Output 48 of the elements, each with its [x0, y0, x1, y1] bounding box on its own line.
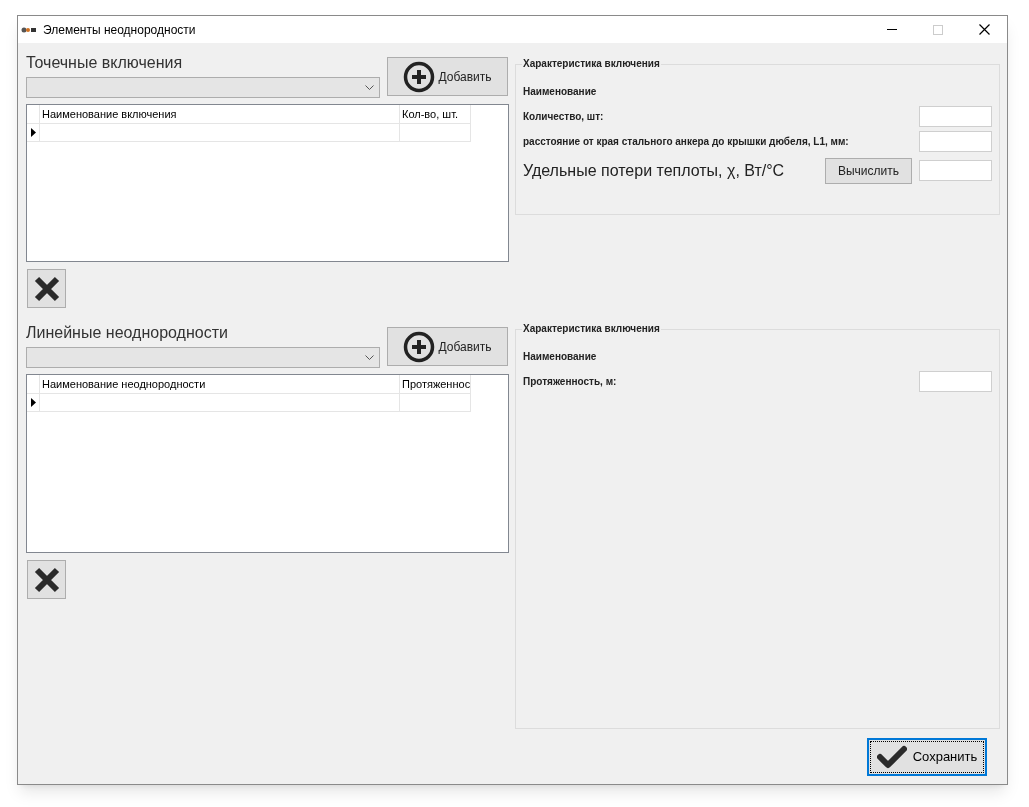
table-cell[interactable] [40, 394, 400, 412]
field-label: Наименование [523, 350, 597, 364]
section-title: Точечные включения [26, 53, 184, 73]
input-field[interactable] [919, 106, 992, 127]
delete-button[interactable] [27, 269, 66, 308]
input-field[interactable] [919, 160, 992, 181]
delete-button[interactable] [27, 560, 66, 599]
chevron-down-icon [365, 355, 374, 360]
field-label: Наименование [523, 85, 597, 99]
section-title: Линейные неоднородности [26, 323, 229, 343]
table-cell[interactable] [400, 124, 471, 142]
dropdown[interactable] [26, 347, 380, 368]
row-header-cell[interactable] [27, 394, 40, 412]
header-corner-cell [27, 375, 40, 394]
close-icon [978, 24, 990, 35]
plus-circle-icon [403, 60, 436, 93]
maximize-icon [933, 24, 943, 35]
group-legend: Характеристика включения [522, 58, 661, 70]
input-field[interactable] [919, 131, 992, 152]
delete-icon [33, 566, 60, 593]
table-cell[interactable] [40, 124, 400, 142]
app-icon [21, 25, 37, 34]
row-header-cell[interactable] [27, 124, 40, 142]
column-header[interactable]: Кол-во, шт. [400, 105, 471, 124]
field-label: Количество, шт: [523, 110, 604, 124]
dropdown[interactable] [26, 77, 380, 98]
group-legend: Характеристика включения [522, 323, 661, 335]
add-button[interactable]: Добавить [387, 57, 508, 96]
header-corner-cell [27, 105, 40, 124]
field-label: расстояние от края стального анкера до крышки дюбеля, L1, мм: [523, 135, 849, 149]
table-cell[interactable] [400, 394, 471, 412]
add-button[interactable]: Добавить [387, 327, 508, 366]
current-row-icon [30, 128, 36, 137]
save-button[interactable]: Сохранить [867, 738, 987, 776]
chevron-down-icon [365, 85, 374, 90]
column-header[interactable]: Наименование неоднородности [40, 375, 400, 394]
current-row-icon [30, 398, 36, 407]
plus-circle-icon [403, 330, 436, 363]
field-label: Протяженность, м: [523, 375, 617, 389]
delete-icon [33, 275, 60, 302]
column-header[interactable]: Протяженнос [400, 375, 471, 394]
input-field[interactable] [919, 371, 992, 392]
window-title: Элементы неоднородности [43, 21, 196, 39]
calculate-button[interactable]: Вычислить [825, 157, 912, 184]
field-label: Удельные потери теплоты, χ, Вт/°C [523, 160, 785, 181]
checkmark-icon [876, 745, 907, 769]
column-header[interactable]: Наименование включения [40, 105, 400, 124]
minimize-icon [887, 29, 897, 30]
